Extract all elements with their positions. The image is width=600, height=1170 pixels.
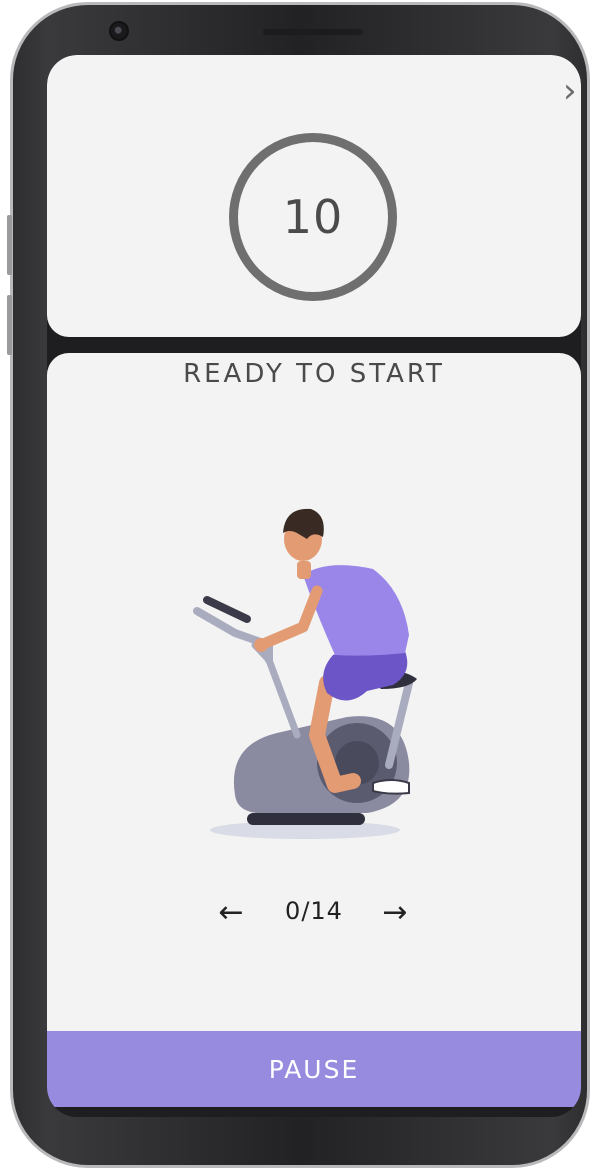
front-camera	[109, 21, 129, 41]
volume-down-button	[7, 295, 12, 355]
app-screen: › 10 READY TO START ← 0/14 → PAUSE	[47, 55, 581, 1117]
exercise-panel: READY TO START ← 0/14 →	[47, 353, 581, 1067]
close-icon[interactable]: ›	[563, 73, 581, 109]
arrow-right-icon[interactable]: →	[375, 893, 415, 933]
exercise-progress: 0/14	[285, 897, 343, 925]
countdown-value: 10	[282, 190, 344, 244]
countdown-ring: 10	[229, 133, 397, 301]
exercise-pager: ← 0/14 →	[47, 893, 581, 943]
phone-frame: › 10 READY TO START ← 0/14 → PAUSE	[7, 2, 590, 1168]
pause-button[interactable]: PAUSE	[47, 1031, 581, 1107]
stationary-bike-illustration	[193, 508, 417, 839]
timer-panel: › 10	[47, 55, 581, 337]
status-title: READY TO START	[183, 359, 445, 389]
earpiece-speaker	[263, 29, 363, 35]
arrow-left-icon[interactable]: ←	[211, 893, 251, 933]
volume-up-button	[7, 215, 12, 275]
